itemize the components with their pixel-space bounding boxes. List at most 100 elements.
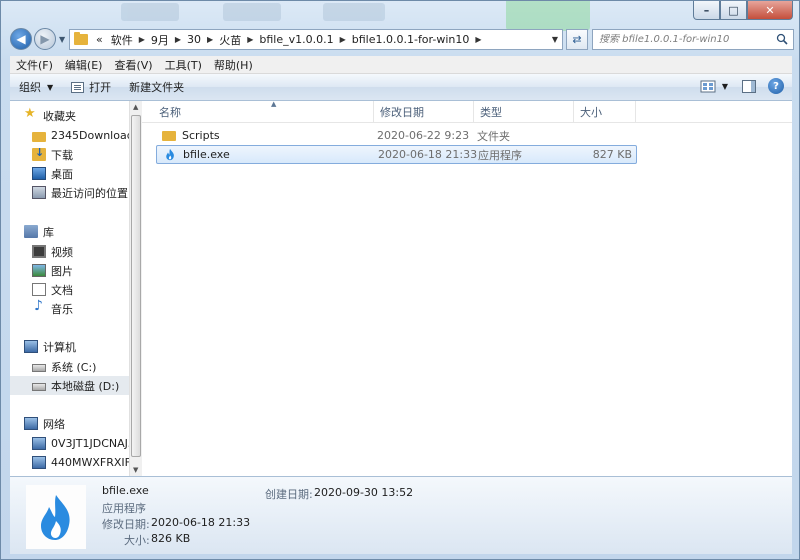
nav-label: 音乐 — [51, 302, 73, 316]
details-pane: bfile.exe 应用程序 修改日期: 2020-06-18 21:33 大小… — [10, 476, 792, 554]
menu-help[interactable]: 帮助(H) — [208, 57, 259, 73]
column-size[interactable]: 大小 — [574, 101, 636, 123]
sort-ascending-icon: ▲ — [271, 100, 277, 108]
star-icon — [24, 106, 38, 122]
nav-item-downloads[interactable]: 下载 — [10, 145, 129, 164]
nav-computer[interactable]: 计算机 — [10, 337, 129, 356]
view-options-dropdown-icon[interactable]: ▼ — [722, 82, 728, 91]
file-size: 827 KB — [592, 148, 632, 161]
scrollbar-thumb[interactable] — [131, 115, 141, 457]
new-folder-label: 新建文件夹 — [129, 81, 185, 94]
nav-item-videos[interactable]: 视频 — [10, 242, 129, 261]
details-file-type: 应用程序 — [102, 502, 146, 515]
nav-item-drive-d[interactable]: 本地磁盘 (D:) — [10, 376, 129, 395]
nav-item-recent-places[interactable]: 最近访问的位置 — [10, 183, 129, 202]
column-date-modified[interactable]: 修改日期 — [374, 101, 474, 123]
nav-item-music[interactable]: 音乐 — [10, 298, 129, 318]
breadcrumb-chevron-icon[interactable]: ▶ — [338, 35, 348, 44]
library-icon — [24, 225, 38, 238]
column-name[interactable]: 名称 ▲ — [153, 100, 374, 123]
file-row-scripts[interactable]: Scripts 2020-06-22 9:23 文件夹 — [156, 126, 637, 145]
flame-app-icon — [166, 148, 174, 161]
breadcrumb-item[interactable]: 软件 — [107, 32, 137, 48]
breadcrumb-item[interactable]: bfile1.0.0.1-for-win10 — [348, 33, 474, 46]
file-modified: 2020-06-18 21:33 — [378, 148, 478, 161]
maximize-button[interactable]: □ — [720, 1, 747, 20]
scroll-down-icon[interactable]: ▼ — [133, 466, 138, 474]
nav-favorites[interactable]: 收藏夹 — [10, 106, 129, 125]
file-name-cell: bfile.exe — [163, 148, 230, 161]
menu-tools[interactable]: 工具(T) — [159, 57, 208, 73]
open-button[interactable]: 打开 — [62, 79, 120, 95]
new-folder-button[interactable]: 新建文件夹 — [120, 79, 193, 95]
change-view-icon[interactable] — [700, 80, 716, 93]
network-computer-icon — [32, 456, 46, 469]
breadcrumb-item[interactable]: 30 — [183, 33, 205, 46]
close-button[interactable]: ✕ — [747, 1, 793, 20]
nav-label: 库 — [43, 225, 54, 239]
navigation-pane: 收藏夹 2345Downloads 下载 桌面 最近访问的位置 库 视频 图 — [10, 101, 129, 476]
breadcrumb-chevron-icon[interactable]: ▶ — [173, 35, 183, 44]
nav-label: 图片 — [51, 264, 73, 278]
file-name: Scripts — [182, 129, 220, 142]
column-label: 名称 — [159, 106, 181, 119]
search-icon[interactable] — [776, 33, 788, 45]
address-history-dropdown[interactable]: ▼ — [552, 35, 558, 44]
nav-libraries[interactable]: 库 — [10, 222, 129, 241]
nav-label: 系统 (C:) — [51, 360, 97, 374]
breadcrumb-overflow[interactable]: « — [92, 33, 107, 46]
nav-item-documents[interactable]: 文档 — [10, 280, 129, 299]
breadcrumb-chevron-icon[interactable]: ▶ — [245, 35, 255, 44]
nav-item-network-pc[interactable]: 0V3JT1JDCNAJ3 — [10, 434, 129, 453]
column-type[interactable]: 类型 — [474, 101, 574, 123]
open-icon — [71, 81, 85, 93]
nav-label: 网络 — [43, 417, 65, 431]
arrow-left-icon: ◀ — [16, 32, 26, 46]
breadcrumb-chevron-icon[interactable]: ▶ — [137, 35, 147, 44]
command-bar: 组织 ▼ 打开 新建文件夹 ▼ ? — [10, 74, 792, 101]
navigation-pane-scrollbar[interactable]: ▲ ▼ — [129, 101, 142, 476]
menu-edit[interactable]: 编辑(E) — [59, 57, 109, 73]
nav-item-desktop[interactable]: 桌面 — [10, 164, 129, 183]
column-header: 名称 ▲ 修改日期 类型 大小 — [142, 100, 792, 123]
file-row-bfile-exe[interactable]: bfile.exe 2020-06-18 21:33 应用程序 827 KB — [156, 145, 637, 164]
nav-item-pictures[interactable]: 图片 — [10, 261, 129, 280]
organize-button[interactable]: 组织 ▼ — [10, 79, 62, 95]
nav-item-drive-c[interactable]: 系统 (C:) — [10, 357, 129, 376]
scroll-up-icon[interactable]: ▲ — [133, 103, 138, 111]
details-file-name: bfile.exe — [102, 484, 149, 497]
search-input[interactable] — [599, 34, 769, 45]
nav-label: 下载 — [51, 148, 73, 162]
file-name-cell: Scripts — [162, 129, 220, 142]
nav-label: 收藏夹 — [43, 109, 76, 123]
breadcrumb-chevron-icon[interactable]: ▶ — [473, 35, 483, 44]
chevron-down-icon: ▼ — [47, 82, 54, 92]
arrow-right-icon: ▶ — [40, 32, 50, 46]
forward-button[interactable]: ▶ — [34, 28, 56, 50]
nav-item-2345downloads[interactable]: 2345Downloads — [10, 126, 129, 145]
nav-label: 440MWXFRXIFC — [51, 456, 129, 469]
breadcrumb-item[interactable]: 9月 — [147, 32, 173, 48]
refresh-button[interactable]: ⇄ — [566, 29, 588, 50]
help-icon[interactable]: ? — [768, 78, 784, 94]
breadcrumb-item[interactable]: bfile_v1.0.0.1 — [255, 33, 337, 46]
search-box[interactable] — [592, 29, 794, 50]
menu-file[interactable]: 文件(F) — [10, 57, 59, 73]
nav-item-network-pc[interactable]: 440MWXFRXIFC — [10, 453, 129, 472]
nav-label: 计算机 — [43, 340, 76, 354]
minimize-button[interactable]: – — [693, 1, 720, 20]
desktop-icon — [32, 167, 46, 180]
nav-network[interactable]: 网络 — [10, 414, 129, 433]
breadcrumb-chevron-icon[interactable]: ▶ — [205, 35, 215, 44]
recent-places-icon — [32, 186, 46, 199]
network-computer-icon — [32, 437, 46, 450]
preview-pane-icon[interactable] — [742, 79, 756, 93]
details-modified-label: 修改日期: — [102, 518, 150, 531]
recent-pages-dropdown[interactable]: ▼ — [59, 35, 65, 44]
back-button[interactable]: ◀ — [10, 28, 32, 50]
local-drive-icon — [32, 383, 46, 391]
menu-view[interactable]: 查看(V) — [108, 57, 158, 73]
address-bar[interactable]: « 软件 ▶ 9月 ▶ 30 ▶ 火苗 ▶ bfile_v1.0.0.1 ▶ b… — [69, 29, 563, 50]
nav-label: 桌面 — [51, 167, 73, 181]
breadcrumb-item[interactable]: 火苗 — [215, 32, 245, 48]
